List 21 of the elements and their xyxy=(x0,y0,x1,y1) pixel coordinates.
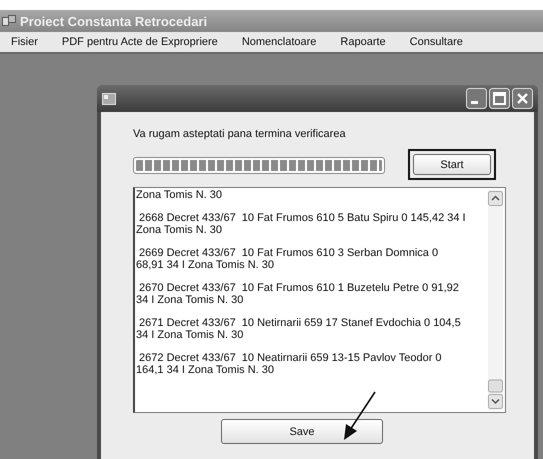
menu-item[interactable]: PDF pentru Acte de Expropriere xyxy=(50,34,231,50)
maximize-button[interactable] xyxy=(489,88,510,109)
close-button[interactable] xyxy=(512,88,533,109)
menu-item[interactable]: Nomenclatoare xyxy=(230,34,330,50)
log-entry: 2670 Decret 433/67 10 Fat Frumos 610 1 Buzetelu Petre 0 91,92 34 I Zona Tomis N. 30 xyxy=(136,282,460,306)
save-button[interactable]: Save xyxy=(221,419,383,444)
log-entry: Zona Tomis N. 30 xyxy=(136,189,224,201)
window-title: Proiect Constanta Retrocedari xyxy=(20,14,208,28)
start-button[interactable]: Start xyxy=(413,154,491,175)
scrollbar[interactable] xyxy=(488,190,503,410)
status-message: Va rugam asteptati pana termina verificarea xyxy=(133,128,347,140)
log-entry: 2672 Decret 433/67 10 Neatirnarii 659 13-15 Pavlov Teodor 0 164,1 34 I Zona Tomis N. 30 xyxy=(136,352,443,376)
log-entry: 2668 Decret 433/67 10 Fat Frumos 610 5 Batu Spiru 0 145,42 34 I Zona Tomis N. 30 xyxy=(136,212,467,236)
app-icon xyxy=(2,15,16,27)
log-entry: 2671 Decret 433/67 10 Netirnarii 659 17 Stanef Evdochia 0 104,5 34 I Zona Tomis N. 30 xyxy=(136,317,462,341)
minimize-button[interactable] xyxy=(466,88,487,109)
menu-item[interactable]: Rapoarte xyxy=(329,34,399,50)
menu-item[interactable]: Fisier xyxy=(0,34,51,50)
log-entry: 2669 Decret 433/67 10 Fat Frumos 610 3 Serban Domnica 0 68,91 34 I Zona Tomis N. 30 xyxy=(136,247,440,271)
app-icon xyxy=(102,92,116,104)
menu-item[interactable]: Consultare xyxy=(398,34,476,50)
